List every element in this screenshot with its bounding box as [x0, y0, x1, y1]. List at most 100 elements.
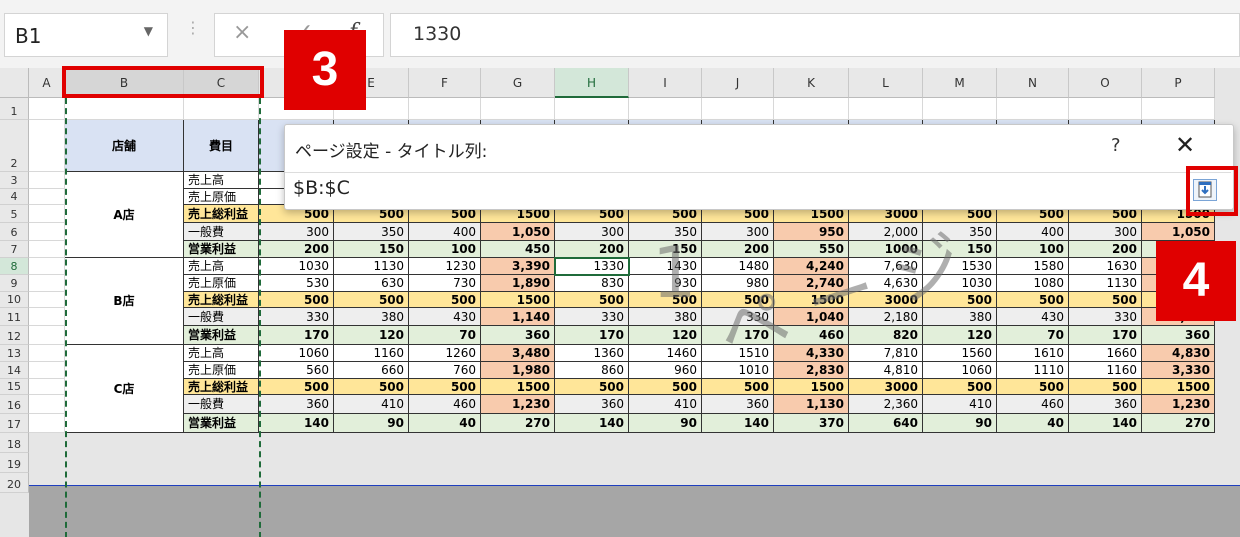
data-cell[interactable]: 500: [409, 292, 481, 308]
line-item-label[interactable]: 売上高: [184, 258, 259, 275]
data-cell[interactable]: 200: [259, 241, 334, 258]
data-cell[interactable]: 360: [1069, 395, 1142, 414]
row-header-10[interactable]: 10: [0, 292, 29, 308]
empty-cell[interactable]: [65, 98, 184, 120]
data-cell[interactable]: 500: [555, 292, 629, 308]
row-header-2[interactable]: 2: [0, 120, 29, 172]
empty-cell[interactable]: [29, 172, 65, 189]
data-cell[interactable]: 1460: [629, 345, 702, 362]
data-cell[interactable]: 150: [334, 241, 409, 258]
column-header-p[interactable]: P: [1142, 68, 1215, 98]
line-item-label[interactable]: 売上原価: [184, 275, 259, 292]
empty-cell[interactable]: [29, 362, 65, 379]
data-cell[interactable]: 330: [259, 308, 334, 326]
data-cell[interactable]: 1160: [334, 345, 409, 362]
data-cell[interactable]: 300: [555, 223, 629, 241]
store-header-cell[interactable]: 店舗: [65, 120, 184, 172]
cancel-icon[interactable]: ×: [233, 20, 251, 45]
empty-cell[interactable]: [29, 205, 65, 223]
row-header-11[interactable]: 11: [0, 308, 29, 326]
data-cell[interactable]: 1110: [997, 362, 1069, 379]
data-cell[interactable]: 100: [409, 241, 481, 258]
data-cell[interactable]: 270: [1142, 414, 1215, 433]
row-header-18[interactable]: 18: [0, 433, 29, 453]
data-cell[interactable]: 410: [923, 395, 997, 414]
data-cell[interactable]: 1080: [997, 275, 1069, 292]
column-header-o[interactable]: O: [1069, 68, 1142, 98]
data-cell[interactable]: 530: [259, 275, 334, 292]
data-cell[interactable]: 960: [629, 362, 702, 379]
data-cell[interactable]: 500: [629, 379, 702, 395]
data-cell[interactable]: 40: [409, 414, 481, 433]
data-cell[interactable]: 170: [1069, 326, 1142, 345]
empty-cell[interactable]: [184, 98, 259, 120]
data-cell[interactable]: 360: [259, 395, 334, 414]
data-cell[interactable]: 7,810: [849, 345, 923, 362]
column-header-f[interactable]: F: [409, 68, 481, 98]
row-header-9[interactable]: 9: [0, 275, 29, 292]
empty-cell[interactable]: [629, 98, 702, 120]
data-cell[interactable]: 500: [1069, 292, 1142, 308]
empty-cell[interactable]: [29, 308, 65, 326]
data-cell[interactable]: 170: [259, 326, 334, 345]
data-cell[interactable]: 370: [774, 414, 849, 433]
data-cell[interactable]: 450: [481, 241, 555, 258]
data-cell[interactable]: 300: [1069, 223, 1142, 241]
data-cell[interactable]: 1500: [481, 292, 555, 308]
data-cell[interactable]: 500: [259, 379, 334, 395]
empty-cell[interactable]: [29, 223, 65, 241]
empty-cell[interactable]: [997, 98, 1069, 120]
line-item-label[interactable]: 一般費: [184, 308, 259, 326]
data-cell[interactable]: 1500: [774, 379, 849, 395]
data-cell[interactable]: 1230: [409, 258, 481, 275]
column-header-h[interactable]: H: [555, 68, 629, 98]
row-header-14[interactable]: 14: [0, 362, 29, 379]
data-cell[interactable]: 360: [702, 395, 774, 414]
empty-cell[interactable]: [923, 98, 997, 120]
data-cell[interactable]: 70: [997, 326, 1069, 345]
close-icon[interactable]: ✕: [1175, 131, 1195, 159]
data-cell[interactable]: 330: [555, 308, 629, 326]
data-cell[interactable]: 100: [997, 241, 1069, 258]
data-cell[interactable]: 630: [334, 275, 409, 292]
store-name-cell[interactable]: C店: [65, 345, 184, 433]
data-cell[interactable]: 430: [997, 308, 1069, 326]
data-cell[interactable]: 500: [409, 379, 481, 395]
empty-cell[interactable]: [29, 379, 65, 395]
empty-cell[interactable]: [29, 395, 65, 414]
data-cell[interactable]: 410: [334, 395, 409, 414]
empty-cell[interactable]: [555, 98, 629, 120]
empty-cell[interactable]: [29, 98, 65, 120]
data-cell[interactable]: 1,050: [1142, 223, 1215, 241]
empty-cell[interactable]: [29, 189, 65, 205]
data-cell[interactable]: 200: [1069, 241, 1142, 258]
item-header-cell[interactable]: 費目: [184, 120, 259, 172]
line-item-label[interactable]: 営業利益: [184, 414, 259, 433]
empty-cell[interactable]: [774, 98, 849, 120]
data-cell[interactable]: 1,140: [481, 308, 555, 326]
empty-cell[interactable]: [1069, 98, 1142, 120]
data-cell[interactable]: 860: [555, 362, 629, 379]
data-cell[interactable]: 360: [481, 326, 555, 345]
column-header-m[interactable]: M: [923, 68, 997, 98]
data-cell[interactable]: 1,980: [481, 362, 555, 379]
line-item-label[interactable]: 営業利益: [184, 241, 259, 258]
data-cell[interactable]: 500: [702, 379, 774, 395]
data-cell[interactable]: 3,480: [481, 345, 555, 362]
data-cell[interactable]: 500: [997, 379, 1069, 395]
data-cell[interactable]: 830: [555, 275, 629, 292]
row-header-12[interactable]: 12: [0, 326, 29, 345]
data-cell[interactable]: 1500: [1142, 379, 1215, 395]
line-item-label[interactable]: 売上原価: [184, 362, 259, 379]
data-cell[interactable]: 460: [409, 395, 481, 414]
row-header-7[interactable]: 7: [0, 241, 29, 258]
empty-cell[interactable]: [29, 120, 65, 172]
data-cell[interactable]: 730: [409, 275, 481, 292]
data-cell[interactable]: 4,830: [1142, 345, 1215, 362]
data-cell[interactable]: 400: [409, 223, 481, 241]
data-cell[interactable]: 140: [259, 414, 334, 433]
data-cell[interactable]: 660: [334, 362, 409, 379]
empty-cell[interactable]: [29, 345, 65, 362]
data-cell[interactable]: 1060: [923, 362, 997, 379]
data-cell[interactable]: 90: [923, 414, 997, 433]
